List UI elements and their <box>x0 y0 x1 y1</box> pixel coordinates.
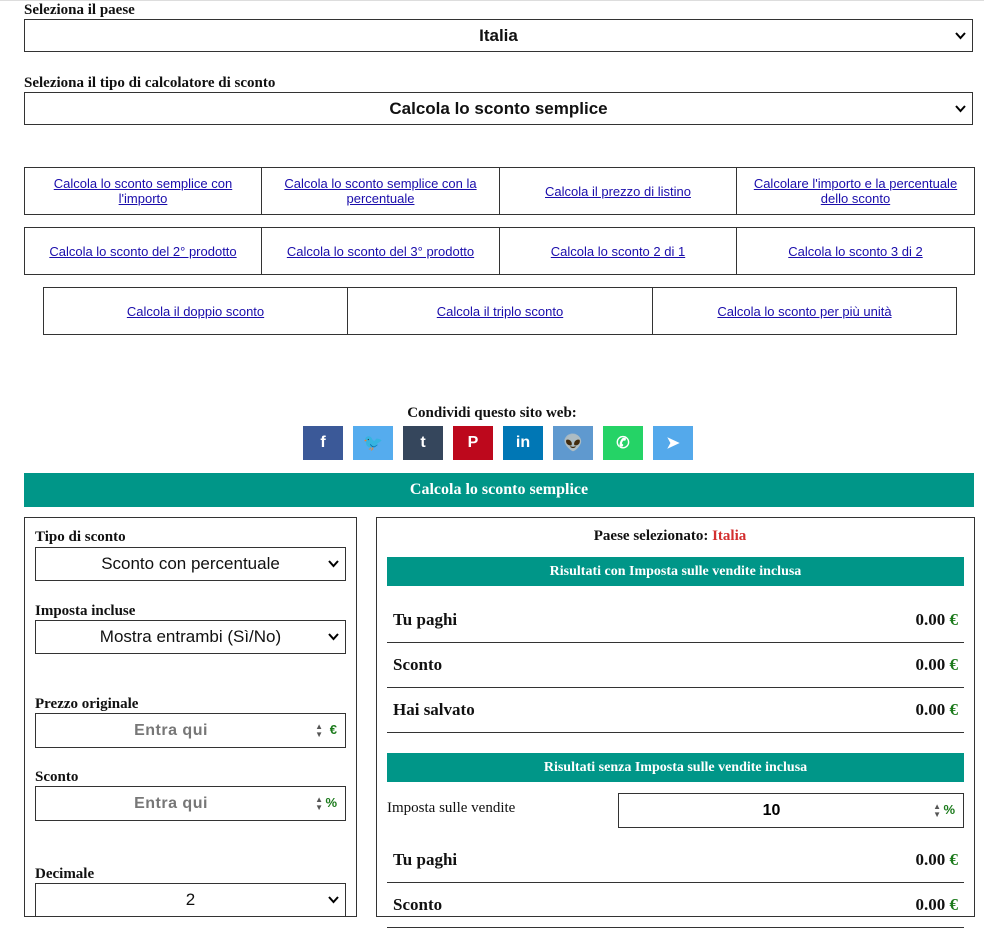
link-sconto-importo[interactable]: Calcola lo sconto semplice con l'importo <box>24 167 262 215</box>
result-value: 0.00 € <box>915 700 959 719</box>
with-tax-header: Risultati con Imposta sulle vendite incl… <box>387 557 964 586</box>
decimale-value: 2 <box>185 890 196 909</box>
link-triplo-sconto[interactable]: Calcola il triplo sconto <box>348 287 653 335</box>
percent-unit: % <box>943 802 955 817</box>
chevron-down-icon <box>955 104 966 113</box>
imposta-value: Mostra entrambi (Sì/No) <box>99 627 282 646</box>
link-terzo-prodotto[interactable]: Calcola lo sconto del 3° prodotto <box>262 227 500 275</box>
result-row-tu-paghi: Tu paghi 0.00 € <box>387 598 964 643</box>
input-panel: Tipo di sconto Sconto con percentuale Im… <box>24 517 357 917</box>
tipo-sconto-select[interactable]: Sconto con percentuale <box>35 547 346 581</box>
percent-unit: % <box>325 795 337 810</box>
euro-unit: € <box>329 722 337 737</box>
tipo-sconto-label: Tipo di sconto <box>35 529 126 545</box>
calculator-links-row-2: Calcola lo sconto del 2° prodotto Calcol… <box>24 227 975 275</box>
decimale-label: Decimale <box>35 866 95 882</box>
result-row-sconto: Sconto 0.00 € <box>387 643 964 688</box>
result-row-sconto-no-tax: Sconto 0.00 € <box>387 883 964 928</box>
spinner-icon[interactable]: ▲ ▼ <box>933 803 941 819</box>
link-3-di-2[interactable]: Calcola lo sconto 3 di 2 <box>737 227 975 275</box>
imposta-select[interactable]: Mostra entrambi (Sì/No) <box>35 620 346 654</box>
result-label: Tu paghi <box>393 850 458 869</box>
telegram-icon[interactable]: ➤ <box>653 426 693 460</box>
link-sconto-percentuale[interactable]: Calcola lo sconto semplice con la percen… <box>262 167 500 215</box>
chevron-down-icon <box>328 896 339 904</box>
link-prezzo-listino[interactable]: Calcola il prezzo di listino <box>500 167 737 215</box>
result-label: Sconto <box>393 655 443 674</box>
sconto-input[interactable]: Entra qui ▲ ▼ % <box>35 786 346 821</box>
result-label: Sconto <box>393 895 443 914</box>
calculator-links-row-3: Calcola il doppio sconto Calcola il trip… <box>43 287 957 335</box>
selected-country: Paese selezionato: Italia <box>377 528 963 545</box>
link-piu-unita[interactable]: Calcola lo sconto per più unità <box>653 287 957 335</box>
spinner-icon[interactable]: ▲ ▼ <box>315 723 323 739</box>
calc-type-label: Seleziona il tipo di calcolatore di scon… <box>24 75 276 91</box>
result-row-tu-paghi-no-tax: Tu paghi 0.00 € <box>387 838 964 883</box>
calculator-links-row-1: Calcola lo sconto semplice con l'importo… <box>24 167 975 215</box>
tumblr-icon[interactable]: t <box>403 426 443 460</box>
result-value: 0.00 € <box>915 655 959 674</box>
tax-rate-value: 10 <box>762 801 781 819</box>
country-select[interactable]: Italia <box>24 19 973 52</box>
prezzo-input[interactable]: Entra qui ▲ ▼ € <box>35 713 346 748</box>
chevron-down-icon <box>328 560 339 568</box>
top-divider <box>0 0 984 1</box>
selected-country-value: Italia <box>712 528 747 544</box>
result-value: 0.00 € <box>915 610 959 629</box>
chevron-down-icon <box>955 31 966 40</box>
tax-rate-label: Imposta sulle vendite <box>387 800 516 816</box>
tipo-sconto-value: Sconto con percentuale <box>101 554 280 573</box>
without-tax-header: Risultati senza Imposta sulle vendite in… <box>387 753 964 782</box>
twitter-icon[interactable]: 🐦 <box>353 426 393 460</box>
calculator-banner: Calcola lo sconto semplice <box>24 473 974 507</box>
facebook-icon[interactable]: f <box>303 426 343 460</box>
calc-type-select-value: Calcola lo sconto semplice <box>389 98 608 118</box>
results-panel: Paese selezionato: Italia Risultati con … <box>376 517 975 928</box>
pinterest-icon[interactable]: P <box>453 426 493 460</box>
result-label: Tu paghi <box>393 610 458 629</box>
sconto-label: Sconto <box>35 769 79 785</box>
link-doppio-sconto[interactable]: Calcola il doppio sconto <box>43 287 348 335</box>
chevron-down-icon <box>328 633 339 641</box>
spinner-icon[interactable]: ▲ ▼ <box>315 796 323 812</box>
share-buttons: f 🐦 t Pin 👽 ✆ ➤ <box>303 426 693 460</box>
linkedin-icon[interactable]: in <box>503 426 543 460</box>
sconto-placeholder: Entra qui <box>134 794 208 812</box>
link-importo-percentuale[interactable]: Calcolare l'importo e la percentuale del… <box>737 167 975 215</box>
link-secondo-prodotto[interactable]: Calcola lo sconto del 2° prodotto <box>24 227 262 275</box>
imposta-label: Imposta incluse <box>35 603 136 619</box>
link-2-di-1[interactable]: Calcola lo sconto 2 di 1 <box>500 227 737 275</box>
country-select-value: Italia <box>479 25 518 45</box>
selected-country-label: Paese selezionato: <box>593 528 709 544</box>
country-label: Seleziona il paese <box>24 2 135 18</box>
result-value: 0.00 € <box>915 850 959 869</box>
tax-rate-input[interactable]: 10 ▲ ▼ % <box>618 793 964 828</box>
result-row-hai-salvato: Hai salvato 0.00 € <box>387 688 964 733</box>
reddit-icon[interactable]: 👽 <box>553 426 593 460</box>
result-value: 0.00 € <box>915 895 959 914</box>
prezzo-label: Prezzo originale <box>35 696 139 712</box>
result-label: Hai salvato <box>393 700 475 719</box>
whatsapp-icon[interactable]: ✆ <box>603 426 643 460</box>
prezzo-placeholder: Entra qui <box>134 721 208 739</box>
share-title: Condividi questo sito web: <box>407 405 577 421</box>
calc-type-select[interactable]: Calcola lo sconto semplice <box>24 92 973 125</box>
